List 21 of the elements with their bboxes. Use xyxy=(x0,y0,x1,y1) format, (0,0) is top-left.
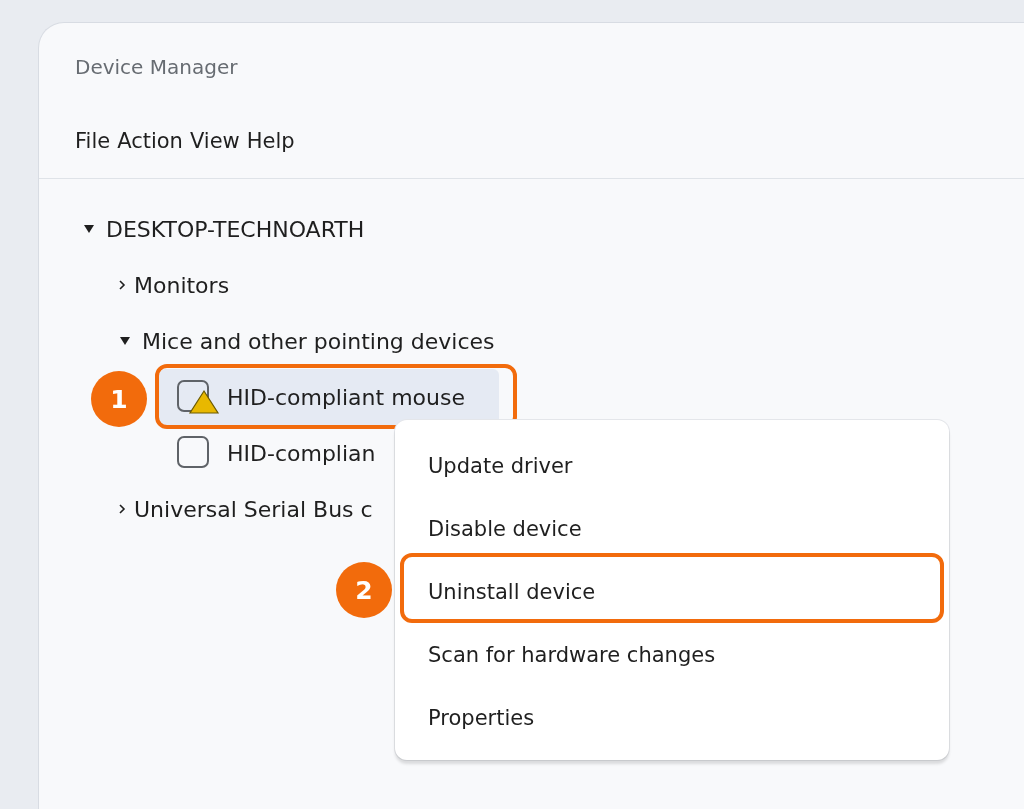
tree-item[interactable]: Universal Serial Bus c xyxy=(134,496,373,522)
collapse-arrow-icon[interactable] xyxy=(119,335,131,347)
context-menu-item[interactable]: Uninstall device xyxy=(428,579,596,604)
menu-item[interactable]: View xyxy=(189,129,240,153)
step-badge: 1 xyxy=(91,371,147,427)
context-menu-item[interactable]: Update driver xyxy=(428,453,573,478)
expand-chevron-icon[interactable] xyxy=(119,503,126,515)
menu-item[interactable]: Action xyxy=(117,129,183,153)
step-badge: 2 xyxy=(336,562,392,618)
tree-item[interactable]: HID-compliant mouse xyxy=(159,369,499,425)
window-title: Device Manager xyxy=(75,54,239,81)
expand-chevron-icon[interactable] xyxy=(119,279,126,291)
menu-item[interactable]: File xyxy=(75,129,111,153)
context-menu-item[interactable]: Properties xyxy=(428,705,535,730)
tree-item[interactable]: Mice and other pointing devices xyxy=(142,328,495,354)
tree-item[interactable]: DESKTOP-TECHNOARTH xyxy=(106,216,365,242)
menu-item[interactable]: Help xyxy=(246,129,295,153)
context-menu-item[interactable]: Scan for hardware changes xyxy=(428,642,716,667)
collapse-arrow-icon[interactable] xyxy=(83,223,95,235)
context-menu-item[interactable]: Disable device xyxy=(428,516,582,541)
tree-item[interactable]: Monitors xyxy=(134,272,230,298)
